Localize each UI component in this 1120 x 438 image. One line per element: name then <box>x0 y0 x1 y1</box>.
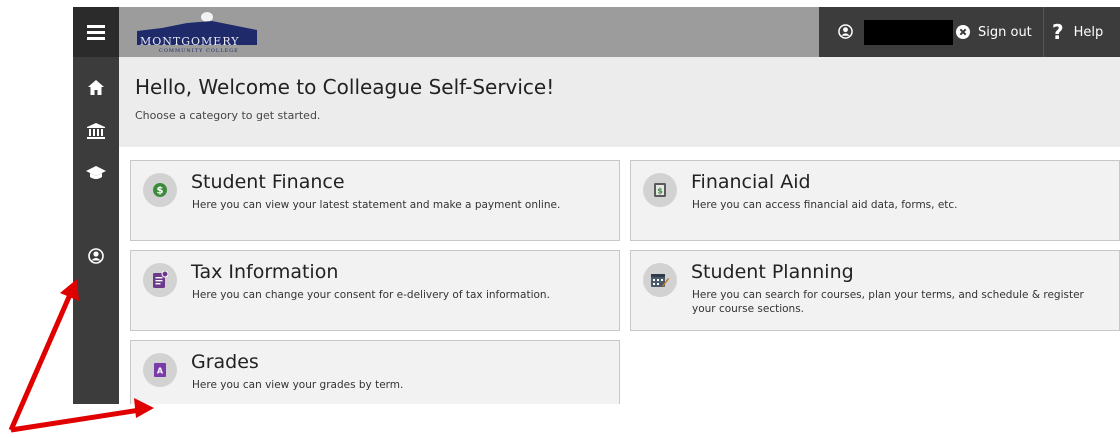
annotation-arrows <box>8 279 154 433</box>
